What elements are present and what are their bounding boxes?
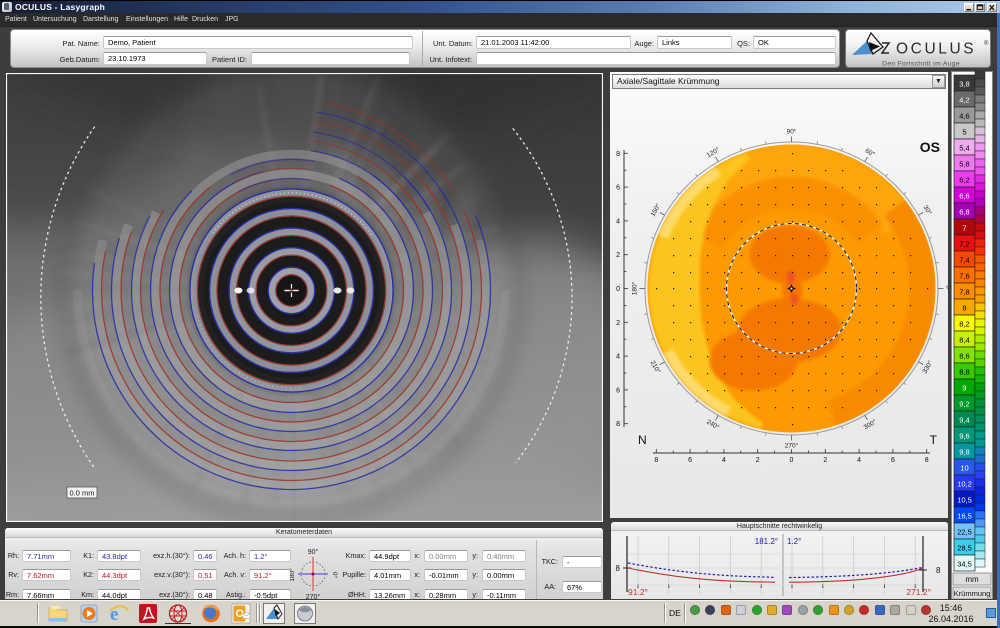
svg-text:10,2: 10,2 [957, 480, 972, 489]
svg-text:2: 2 [756, 457, 760, 464]
svg-text:16,5: 16,5 [957, 512, 972, 521]
svg-text:90°: 90° [308, 548, 319, 556]
svg-text:N: N [638, 433, 647, 447]
svg-text:6: 6 [616, 185, 620, 192]
svg-text:8,2: 8,2 [959, 320, 969, 329]
svg-text:240°: 240° [705, 418, 721, 432]
svg-text:1.2°: 1.2° [787, 537, 801, 546]
svg-text:6,8: 6,8 [959, 208, 969, 217]
svg-text:90°: 90° [787, 128, 797, 136]
svg-text:60°: 60° [864, 147, 877, 159]
svg-text:180°: 180° [631, 281, 639, 295]
svg-text:30°: 30° [922, 204, 934, 217]
svg-text:6: 6 [891, 457, 895, 464]
svg-text:9: 9 [962, 384, 966, 393]
svg-text:271.2°: 271.2° [906, 587, 931, 597]
svg-text:120°: 120° [705, 145, 721, 159]
svg-text:0: 0 [616, 286, 620, 293]
svg-text:91.2°: 91.2° [628, 587, 648, 597]
svg-text:®: ® [984, 40, 989, 47]
svg-text:150°: 150° [649, 202, 663, 218]
svg-text:180°: 180° [290, 568, 296, 582]
svg-text:181.2°: 181.2° [755, 537, 778, 546]
svg-text:Krümmung: Krümmung [954, 589, 991, 598]
svg-text:10,5: 10,5 [957, 496, 972, 505]
svg-text:2: 2 [616, 252, 620, 259]
svg-text:6: 6 [688, 457, 692, 464]
svg-text:3,8: 3,8 [959, 80, 969, 89]
svg-text:8,4: 8,4 [959, 336, 969, 345]
svg-text:10: 10 [960, 464, 968, 473]
svg-text:8: 8 [936, 566, 941, 575]
svg-text:9,6: 9,6 [959, 432, 969, 441]
svg-text:22,5: 22,5 [957, 528, 972, 537]
svg-text:6: 6 [616, 387, 620, 394]
svg-text:0: 0 [790, 457, 794, 464]
svg-text:34,5: 34,5 [957, 560, 972, 569]
svg-text:0.0 mm: 0.0 mm [69, 489, 94, 498]
svg-text:5: 5 [962, 128, 966, 137]
svg-text:mm: mm [965, 575, 979, 584]
svg-text:9,2: 9,2 [959, 400, 969, 409]
svg-text:7,6: 7,6 [959, 272, 969, 281]
svg-text:4: 4 [722, 457, 726, 464]
svg-text:7: 7 [962, 224, 966, 233]
svg-text:210°: 210° [649, 359, 663, 375]
svg-text:300°: 300° [862, 417, 878, 431]
svg-text:5,4: 5,4 [959, 144, 969, 153]
svg-text:270°: 270° [785, 442, 799, 450]
svg-text:8,8: 8,8 [959, 368, 969, 377]
svg-text:330°: 330° [921, 359, 935, 375]
svg-text:7,4: 7,4 [959, 256, 969, 265]
svg-text:4,2: 4,2 [959, 96, 969, 105]
svg-text:6,2: 6,2 [959, 176, 969, 185]
svg-text:0°: 0° [331, 572, 338, 579]
svg-text:9,4: 9,4 [959, 416, 969, 425]
svg-text:4: 4 [616, 218, 620, 225]
svg-text:5,8: 5,8 [959, 160, 969, 169]
svg-text:Den Fortschritt im Auge: Den Fortschritt im Auge [882, 61, 960, 68]
svg-text:0°: 0° [945, 285, 949, 292]
svg-text:8: 8 [925, 457, 929, 464]
svg-text:OS: OS [920, 139, 940, 155]
svg-text:7,2: 7,2 [959, 240, 969, 249]
svg-text:8: 8 [616, 564, 621, 573]
svg-text:28,5: 28,5 [957, 544, 972, 553]
svg-text:2: 2 [823, 457, 827, 464]
svg-text:8,6: 8,6 [959, 352, 969, 361]
svg-text:T: T [930, 433, 938, 447]
svg-text:6,6: 6,6 [959, 192, 969, 201]
svg-text:8: 8 [654, 457, 658, 464]
svg-text:4,6: 4,6 [959, 112, 969, 121]
svg-text:8: 8 [616, 421, 620, 428]
svg-text:4: 4 [857, 457, 861, 464]
svg-text:8: 8 [616, 151, 620, 158]
svg-text:9,8: 9,8 [959, 448, 969, 457]
svg-text:2: 2 [616, 320, 620, 327]
svg-text:OCULUS: OCULUS [896, 41, 976, 58]
svg-text:7,8: 7,8 [959, 288, 969, 297]
svg-text:8: 8 [962, 304, 966, 313]
svg-text:4: 4 [616, 354, 620, 361]
